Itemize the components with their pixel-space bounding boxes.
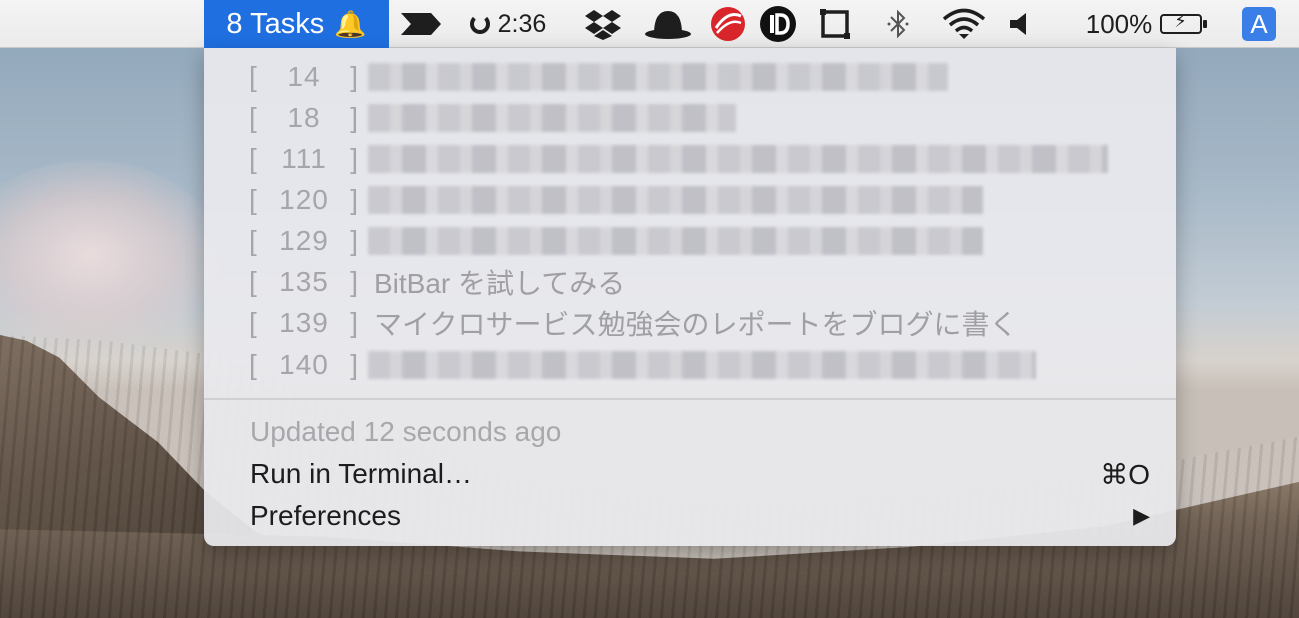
bell-icon: 🔔: [334, 8, 367, 39]
battery-percent: 100%: [1085, 8, 1153, 39]
run-in-terminal-menu-item[interactable]: Run in Terminal… ⌘O: [250, 454, 1150, 494]
tasks-label: 8 Tasks: [226, 7, 325, 40]
task-item[interactable]: [139] マイクロサービス勉強会のレポートをブログに書く: [204, 302, 1176, 343]
task-item[interactable]: [120]: [204, 179, 1176, 220]
bracket-close: ]: [350, 348, 359, 380]
task-item[interactable]: [14]: [204, 56, 1176, 97]
task-number: 120: [279, 183, 329, 215]
input-source-label: A: [1250, 8, 1268, 39]
task-number: 129: [279, 224, 329, 256]
bracket-close: ]: [350, 60, 359, 92]
task-item[interactable]: [135] BitBar を試してみる: [204, 261, 1176, 302]
input-source-icon[interactable]: A: [1242, 7, 1276, 41]
bracket-open: [: [249, 224, 258, 256]
redacted-task-title: [368, 226, 983, 255]
dropbox-icon[interactable]: [584, 0, 622, 48]
redacted-task-title: [368, 350, 1036, 379]
task-number: 18: [287, 101, 321, 133]
task-number: 111: [281, 142, 327, 174]
tasks-dropdown-menu: [14] [18] [111] [120] [129] [135] BitBar…: [204, 48, 1176, 546]
run-in-terminal-label: Run in Terminal…: [250, 458, 473, 489]
menu-bar: 8 Tasks 🔔 2:36 100% ⚡ A: [0, 0, 1299, 48]
keyboard-shortcut: ⌘O: [1100, 458, 1150, 490]
trend-micro-icon[interactable]: [708, 0, 748, 48]
task-title: マイクロサービス勉強会のレポートをブログに書く: [374, 308, 1018, 340]
bracket-close: ]: [350, 224, 359, 256]
redacted-task-title: [368, 103, 736, 132]
task-item[interactable]: [111]: [204, 138, 1176, 179]
timer-text: 2:36: [497, 9, 547, 38]
task-item[interactable]: [140]: [204, 344, 1176, 385]
task-title: BitBar を試してみる: [374, 267, 626, 299]
bracket-open: [: [249, 142, 258, 174]
tasks-menu-extra[interactable]: 8 Tasks 🔔: [204, 0, 389, 48]
task-number: 135: [279, 265, 329, 297]
arrow-app-icon[interactable]: [398, 0, 444, 48]
pause-d-icon[interactable]: [758, 0, 798, 48]
window-frame-icon[interactable]: [816, 0, 854, 48]
wifi-icon[interactable]: [940, 0, 988, 48]
bracket-close: ]: [350, 265, 359, 297]
task-number: 14: [287, 60, 321, 92]
submenu-arrow-icon: ▶: [1133, 503, 1150, 528]
bluetooth-icon[interactable]: [880, 0, 916, 48]
redacted-task-title: [368, 185, 983, 214]
task-item[interactable]: [129]: [204, 220, 1176, 261]
bracket-close: ]: [350, 142, 359, 174]
desktop-screen: 8 Tasks 🔔 2:36 100% ⚡ A [14] [18] […: [0, 0, 1299, 618]
task-number: 139: [279, 306, 329, 338]
bracket-open: [: [249, 60, 258, 92]
bracket-open: [: [249, 348, 258, 380]
timer-menu-extra[interactable]: 2:36: [462, 0, 554, 48]
redacted-task-title: [368, 144, 1108, 173]
timer-ring-icon: [469, 14, 490, 34]
preferences-menu-item[interactable]: Preferences ▶: [250, 496, 1150, 536]
bracket-close: ]: [350, 183, 359, 215]
bracket-close: ]: [350, 306, 359, 338]
bracket-open: [: [249, 183, 258, 215]
bracket-close: ]: [350, 101, 359, 133]
bracket-open: [: [249, 265, 258, 297]
battery-menu-extra[interactable]: 100% ⚡: [1074, 0, 1214, 48]
preferences-label: Preferences: [250, 500, 401, 531]
bracket-open: [: [249, 306, 258, 338]
redacted-task-title: [368, 62, 948, 91]
task-item[interactable]: [18]: [204, 97, 1176, 138]
bowler-hat-icon[interactable]: [643, 0, 693, 48]
volume-icon[interactable]: [1004, 0, 1034, 48]
charging-bolt-icon: ⚡: [1174, 11, 1187, 31]
task-number: 140: [279, 348, 329, 380]
updated-status: Updated 12 seconds ago: [250, 416, 562, 447]
bracket-open: [: [249, 101, 258, 133]
battery-icon: ⚡: [1160, 11, 1208, 34]
menu-separator: [204, 398, 1176, 400]
